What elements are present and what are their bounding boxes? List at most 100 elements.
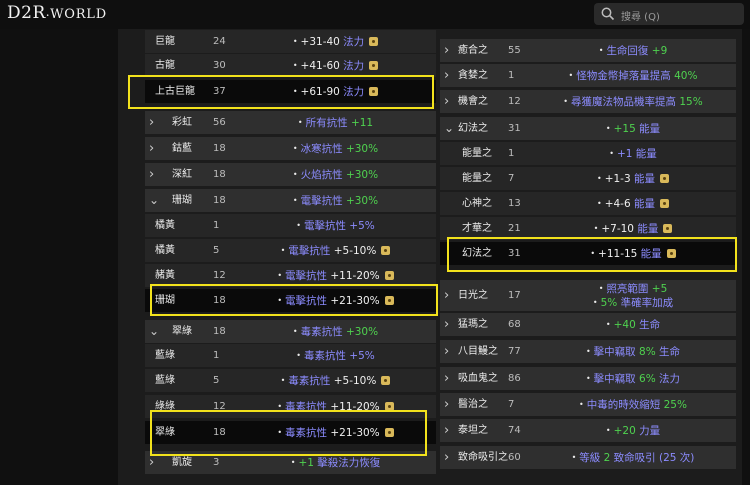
site-logo[interactable]: D2R.WORLD — [7, 3, 107, 23]
chevron-right-icon[interactable]: › — [444, 367, 449, 390]
search-icon — [601, 7, 615, 21]
affix-name: 心神之 — [462, 198, 492, 209]
left-affix-row: 橘黃 5 • 電擊抗性 +5-10% — [145, 239, 436, 262]
affix-name: 古龍 — [155, 60, 175, 71]
chevron-down-icon[interactable]: ⌄ — [149, 320, 159, 343]
affix-attribute: • 毒素抗性 +30% — [292, 326, 379, 338]
right-affix-row: 心神之 13 • +4-6 能量 — [440, 192, 736, 215]
left-affix-row[interactable]: ⌄ 翠綠 18 • 毒素抗性 +30% — [145, 320, 436, 343]
left-affix-row[interactable]: › 彩虹 56 • 所有抗性 +11 — [145, 111, 436, 134]
chevron-right-icon[interactable]: › — [444, 419, 449, 442]
right-affix-row[interactable]: › 猛瑪之 68 • +40 生命 — [440, 313, 736, 336]
chevron-right-icon[interactable]: › — [444, 284, 449, 310]
affix-attribute: • 生命回復 +9 — [598, 45, 668, 57]
right-affix-row[interactable]: › 吸血鬼之 86 • 擊中竊取 6% 法力 — [440, 367, 736, 390]
affix-name: 能量之 — [462, 173, 492, 184]
affix-attribute: • 電擊抗性 +5-10% — [240, 239, 431, 262]
affix-attribute: • 毒素抗性 +5-10% — [240, 369, 431, 392]
affix-name: 深紅 — [172, 169, 192, 180]
chevron-right-icon[interactable]: › — [149, 111, 154, 134]
search-input[interactable]: 搜尋 (Q) — [594, 3, 744, 25]
highlight-box — [150, 284, 438, 316]
affix-attribute: • 擊中竊取 6% 法力 — [585, 373, 681, 385]
right-affix-row[interactable]: › 日光之 17 • 照亮範圍 +5 • 5% 準確率加成 — [440, 280, 736, 311]
affix-name: 機會之 — [458, 96, 488, 107]
affix-name: 八目鰻之 — [458, 346, 498, 357]
affix-attribute: • 中毒的時效縮短 25% — [579, 399, 687, 411]
left-affix-row: 藍綠 1 • 毒素抗性 +5% — [145, 344, 436, 367]
affix-attribute: • 尋獲魔法物品機率提高 15% — [563, 96, 703, 108]
left-affix-row: 古龍 30 • +41-60 法力 — [145, 54, 436, 77]
affix-name: 翠綠 — [172, 326, 192, 337]
affix-attribute: • 電擊抗性 +5% — [296, 220, 375, 232]
left-affix-row[interactable]: ⌄ 珊瑚 18 • 電擊抗性 +30% — [145, 189, 436, 212]
affix-level: 1 — [508, 148, 515, 159]
highlight-box — [150, 410, 427, 456]
affix-attribute: • 照亮範圍 +5 • 5% 準確率加成 — [592, 283, 674, 309]
affix-level: 5 — [213, 375, 220, 386]
affix-attribute: • 等級 2 致命吸引 (25 次) — [571, 452, 695, 464]
left-affix-row: 橘黃 1 • 電擊抗性 +5% — [145, 214, 436, 237]
affix-name: 泰坦之 — [458, 425, 488, 436]
chevron-right-icon[interactable]: › — [444, 313, 449, 336]
left-affix-row[interactable]: › 鈷藍 18 • 冰寒抗性 +30% — [145, 137, 436, 160]
left-affix-row[interactable]: › 深紅 18 • 火焰抗性 +30% — [145, 163, 436, 186]
right-affix-row[interactable]: ⌄ 幻法之 31 • +15 能量 — [440, 117, 736, 140]
chevron-right-icon[interactable]: › — [444, 446, 449, 469]
right-margin — [742, 29, 750, 485]
affix-name: 橘黃 — [155, 245, 175, 256]
affix-level: 1 — [213, 350, 220, 361]
highlight-box — [447, 237, 737, 272]
chevron-right-icon[interactable]: › — [149, 137, 154, 160]
affix-level: 74 — [508, 425, 521, 436]
right-affix-row[interactable]: › 貪婪之 1 • 怪物金幣掉落量提高 40% — [440, 64, 736, 87]
affix-name: 猛瑪之 — [458, 319, 488, 330]
chevron-right-icon[interactable]: › — [444, 340, 449, 363]
left-affix-row: 藍綠 5 • 毒素抗性 +5-10% — [145, 369, 436, 392]
affix-attribute: • +1 能量 — [609, 148, 657, 160]
affix-name: 彩虹 — [172, 117, 192, 128]
affix-attribute: • 毒素抗性 +5% — [296, 350, 375, 362]
affix-name: 幻法之 — [458, 123, 488, 134]
right-affix-row[interactable]: › 致命吸引之 60 • 等級 2 致命吸引 (25 次) — [440, 446, 736, 469]
affix-level: 60 — [508, 452, 521, 463]
affix-level: 56 — [213, 117, 226, 128]
right-affix-row: 能量之 1 • +1 能量 — [440, 142, 736, 165]
dice-icon — [660, 174, 669, 183]
left-affix-row: 巨龍 24 • +31-40 法力 — [145, 30, 436, 53]
chevron-right-icon[interactable]: › — [444, 393, 449, 416]
right-affix-row[interactable]: › 機會之 12 • 尋獲魔法物品機率提高 15% — [440, 90, 736, 113]
dice-icon — [369, 61, 379, 70]
highlight-box — [128, 75, 434, 109]
right-affix-row[interactable]: › 泰坦之 74 • +20 力量 — [440, 419, 736, 442]
affix-level: 31 — [508, 123, 521, 134]
affix-level: 17 — [508, 290, 521, 301]
affix-attribute: • 怪物金幣掉落量提高 40% — [568, 70, 698, 82]
affix-attribute: • +31-40 法力 — [240, 30, 431, 53]
right-affix-row: 能量之 7 • +1-3 能量 — [440, 167, 736, 190]
chevron-right-icon[interactable]: › — [444, 64, 449, 87]
chevron-down-icon[interactable]: ⌄ — [149, 189, 159, 212]
affix-level: 18 — [213, 169, 226, 180]
top-bar: D2R.WORLD 搜尋 (Q) — [0, 0, 750, 29]
affix-attribute: • +40 生命 — [605, 319, 661, 331]
right-affix-row[interactable]: › 八目鰻之 77 • 擊中竊取 8% 生命 — [440, 340, 736, 363]
chevron-right-icon[interactable]: › — [444, 39, 449, 62]
dice-icon — [381, 246, 391, 255]
right-affix-row[interactable]: › 醫治之 7 • 中毒的時效縮短 25% — [440, 393, 736, 416]
affix-name: 吸血鬼之 — [458, 373, 498, 384]
chevron-right-icon[interactable]: › — [149, 163, 154, 186]
affix-attribute: • 擊中竊取 8% 生命 — [585, 346, 681, 358]
chevron-right-icon[interactable]: › — [444, 90, 449, 113]
affix-name: 藍綠 — [155, 350, 175, 361]
affix-name: 橘黃 — [155, 220, 175, 231]
left-margin — [0, 29, 118, 485]
chevron-down-icon[interactable]: ⌄ — [444, 117, 454, 140]
dice-icon — [384, 271, 394, 280]
affix-level: 55 — [508, 45, 521, 56]
search-placeholder: 搜尋 (Q) — [621, 12, 660, 23]
affix-attribute: • +4-6 能量 — [535, 192, 731, 215]
right-affix-row[interactable]: › 癒合之 55 • 生命回復 +9 — [440, 39, 736, 62]
affix-level: 18 — [213, 326, 226, 337]
affix-level: 1 — [213, 220, 220, 231]
